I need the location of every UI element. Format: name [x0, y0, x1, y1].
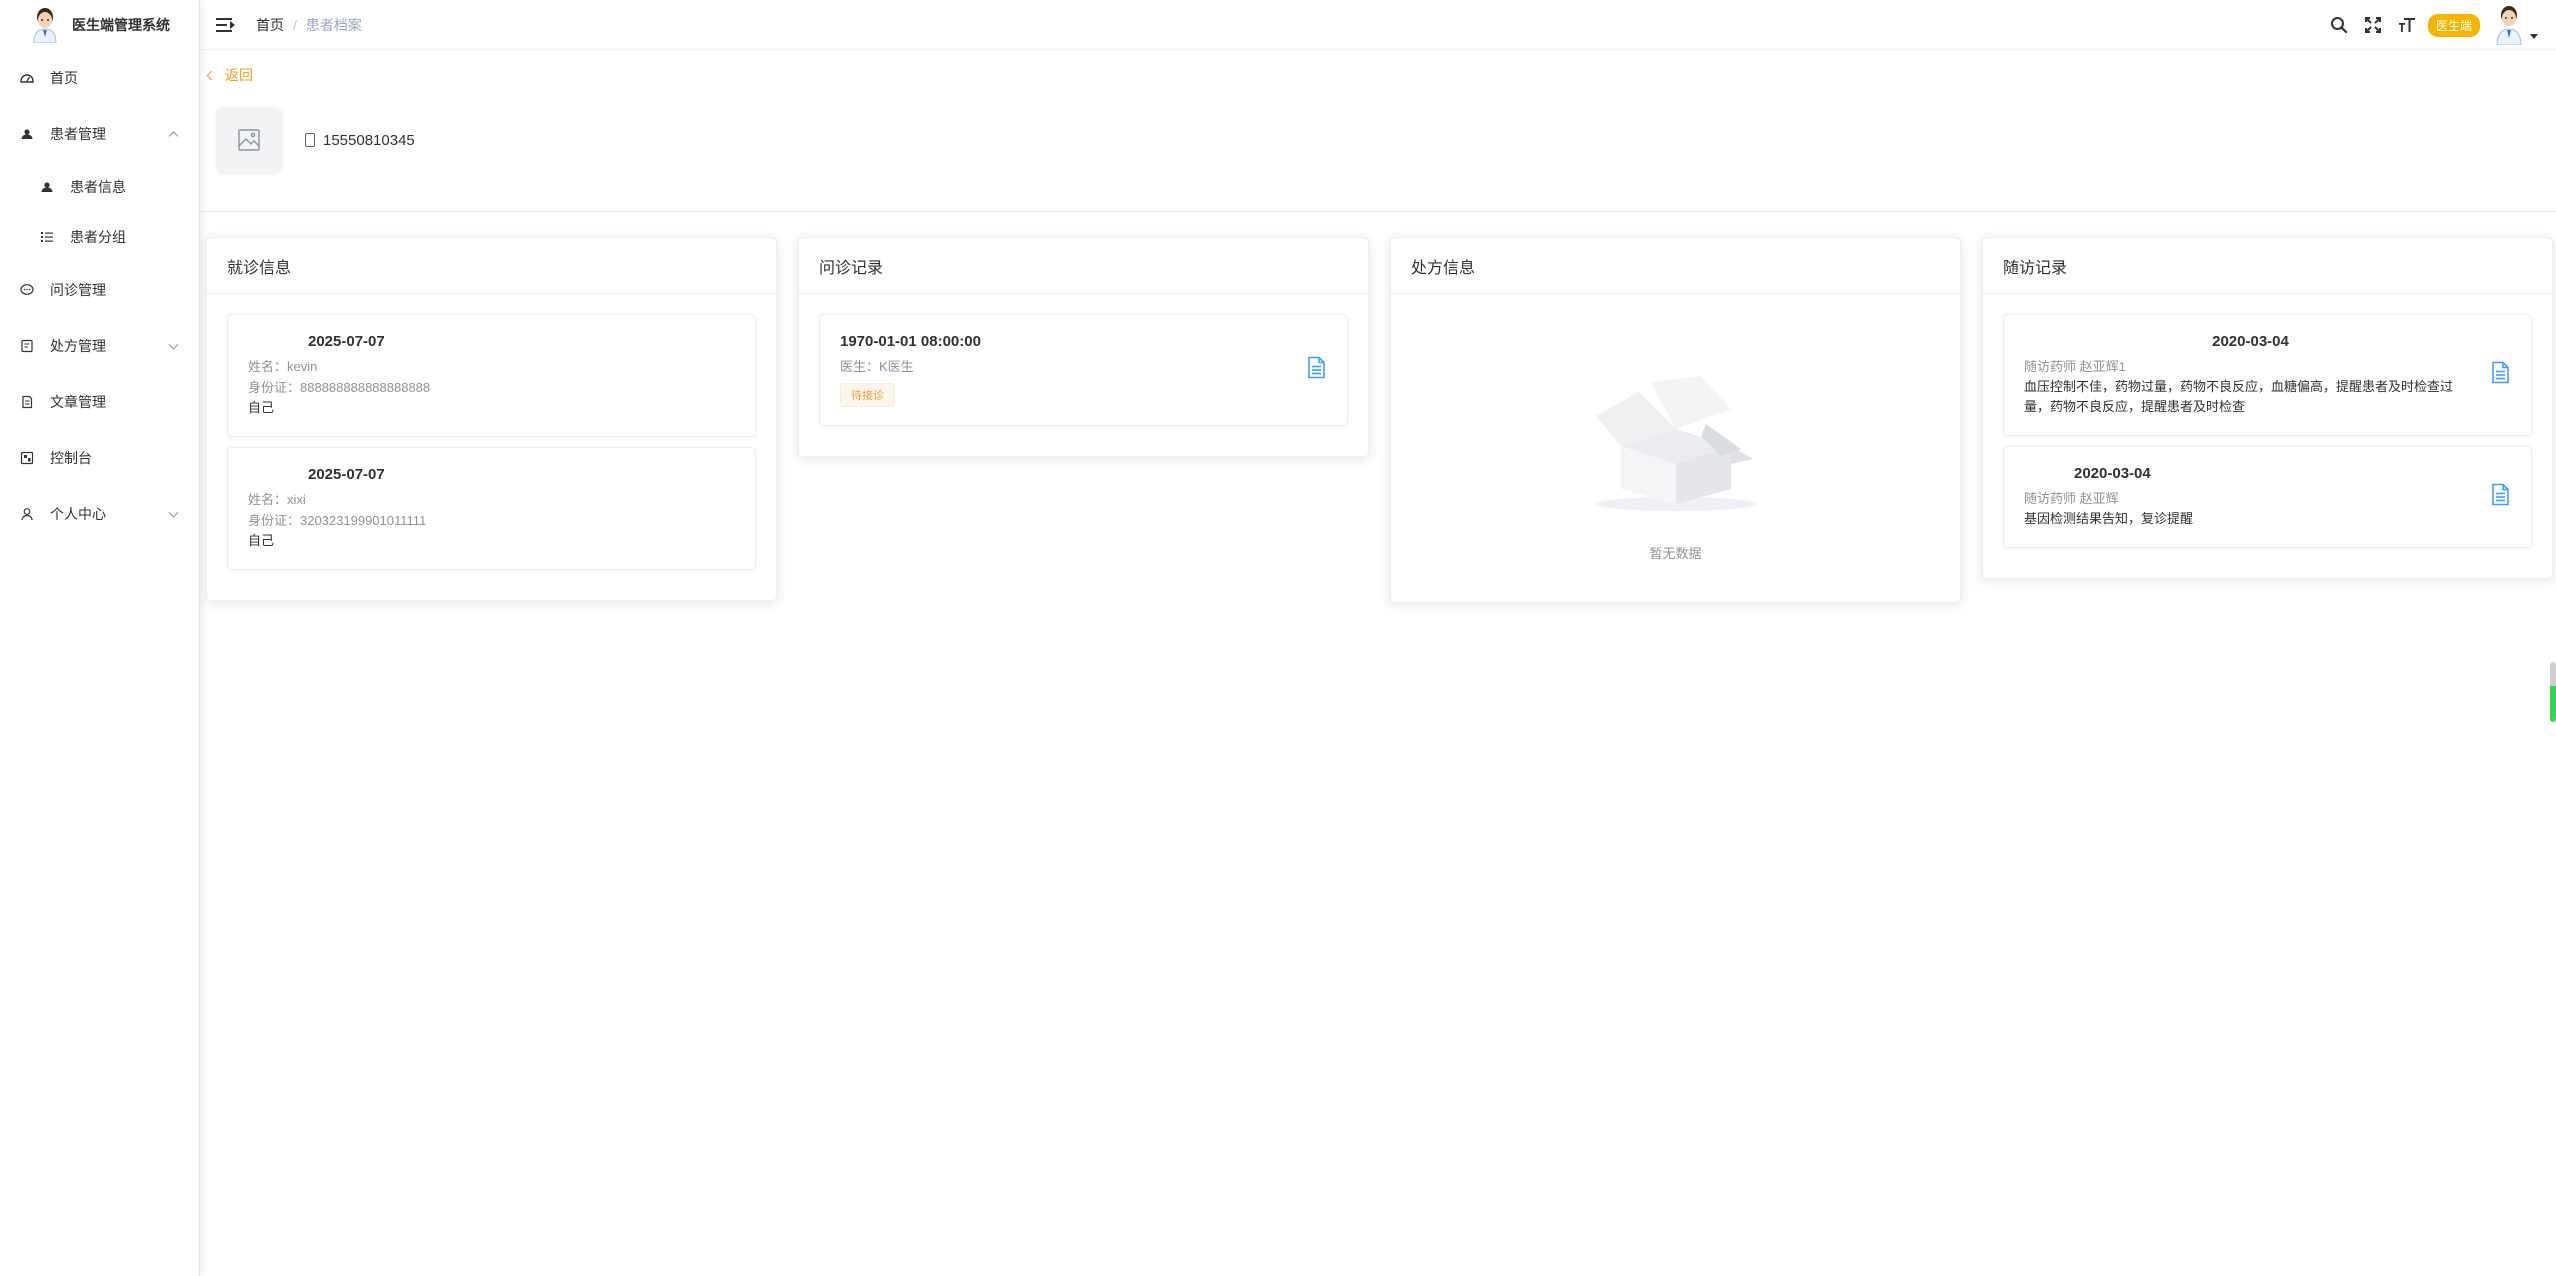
sidebar: 医生端管理系统 首页 患者管理 患者信息 患者分组 问诊管理 处方管理 文章管理…	[0, 0, 200, 1276]
status-badge: 待接诊	[840, 383, 895, 407]
search-icon[interactable]	[2328, 14, 2350, 36]
role-badge: 医生端	[2427, 13, 2480, 37]
followup-pharmacist: 随访药师 赵亚辉1	[2024, 359, 2126, 374]
user-icon	[20, 507, 34, 521]
prescription-card: 处方信息 暂无数据	[1390, 237, 1961, 603]
chevron-down-icon	[168, 339, 179, 350]
chevron-down-icon	[168, 507, 179, 518]
followup-pharmacist: 随访药师 赵亚辉	[2024, 491, 2119, 506]
consultation-item[interactable]: 1970-01-01 08:00:00 医生：K医生 待接诊	[819, 314, 1348, 426]
chevron-up-icon	[168, 131, 179, 142]
visit-relation: 自己	[248, 400, 275, 415]
visit-id-number: 身份证：320323199901011111	[248, 513, 427, 528]
sidebar-item-label: 患者分组	[70, 229, 126, 245]
sidebar-item-articles[interactable]: 文章管理	[0, 374, 199, 430]
sidebar-item-label: 首页	[50, 70, 78, 86]
caret-down-icon[interactable]	[2530, 33, 2538, 39]
consultation-doctor: 医生：K医生	[840, 359, 914, 374]
visit-name: 姓名：kevin	[248, 359, 318, 374]
followup-content: 血压控制不佳，药物过量，药物不良反应，血糖偏高，提醒患者及时检查过量，药物不良反…	[2024, 379, 2454, 414]
visit-name: 姓名：xixi	[248, 492, 306, 507]
patient-phone: 15550810345	[305, 132, 415, 149]
card-title: 随访记录	[1983, 238, 2552, 294]
user-avatar[interactable]	[2494, 5, 2524, 46]
followup-content: 基因检测结果告知，复诊提醒	[2024, 511, 2194, 526]
consultation-datetime: 1970-01-01 08:00:00	[840, 333, 981, 350]
sidebar-item-label: 文章管理	[50, 394, 106, 410]
chevron-left-icon	[206, 70, 217, 80]
phone-number: 15550810345	[323, 131, 415, 149]
visit-relation: 自己	[248, 533, 275, 548]
list-icon	[40, 230, 54, 244]
logo[interactable]: 医生端管理系统	[0, 0, 199, 50]
visit-id-number: 身份证：888888888888888888	[248, 380, 431, 395]
fullscreen-icon[interactable]	[2362, 14, 2384, 36]
breadcrumb-current: 患者档案	[305, 16, 362, 33]
image-placeholder-icon	[217, 108, 281, 172]
sidebar-item-label: 患者信息	[70, 179, 126, 195]
patient-icon	[20, 127, 34, 141]
document-icon[interactable]	[1307, 356, 1325, 384]
sidebar-item-patient-group[interactable]: 患者分组	[0, 212, 199, 262]
sidebar-toggle-icon[interactable]	[216, 17, 235, 33]
sidebar-item-label: 问诊管理	[50, 282, 106, 298]
back-label: 返回	[225, 67, 253, 83]
patient-profile: 15550810345	[217, 108, 415, 172]
console-icon	[20, 451, 34, 465]
followup-card: 随访记录 2020-03-04 随访药师 赵亚辉1 血压控制不佳，药物过量，药物…	[1982, 237, 2553, 579]
consultation-card: 问诊记录 1970-01-01 08:00:00 医生：K医生 待接诊	[798, 237, 1369, 457]
scroll-indicator[interactable]	[2550, 662, 2556, 722]
main-content: 返回 15550810345 就诊信息 2025-07-07 姓名：kevin …	[200, 51, 2556, 1276]
sidebar-item-label: 控制台	[50, 450, 92, 466]
sidebar-item-consultation[interactable]: 问诊管理	[0, 262, 199, 318]
patient-icon	[40, 180, 54, 194]
empty-box-icon	[1591, 354, 1761, 519]
sidebar-item-patient-info[interactable]: 患者信息	[0, 162, 199, 212]
visit-date: 2025-07-07	[308, 466, 385, 483]
card-title: 处方信息	[1391, 238, 1960, 294]
card-title: 就诊信息	[207, 238, 776, 294]
card-title: 问诊记录	[799, 238, 1368, 294]
followup-item[interactable]: 2020-03-04 随访药师 赵亚辉 基因检测结果告知，复诊提醒	[2003, 446, 2532, 548]
navbar: 首页 / 患者档案 医生端	[200, 0, 2556, 50]
visit-item[interactable]: 2025-07-07 姓名：kevin 身份证：8888888888888888…	[227, 314, 756, 437]
sidebar-item-label: 患者管理	[50, 126, 106, 142]
font-size-icon[interactable]	[2396, 14, 2418, 36]
article-icon	[20, 395, 34, 409]
visit-info-card: 就诊信息 2025-07-07 姓名：kevin 身份证：88888888888…	[206, 237, 777, 601]
visit-date: 2025-07-07	[308, 333, 385, 350]
doctor-avatar-icon	[30, 7, 60, 44]
document-icon[interactable]	[2491, 361, 2509, 389]
followup-date: 2020-03-04	[2212, 333, 2289, 350]
followup-item[interactable]: 2020-03-04 随访药师 赵亚辉1 血压控制不佳，药物过量，药物不良反应，…	[2003, 314, 2532, 436]
document-icon[interactable]	[2491, 483, 2509, 511]
back-button[interactable]: 返回	[206, 65, 253, 85]
sidebar-item-patient-management[interactable]: 患者管理	[0, 106, 199, 162]
sidebar-item-profile[interactable]: 个人中心	[0, 486, 199, 542]
breadcrumb-separator: /	[293, 16, 297, 33]
header-right-menu: 医生端	[2316, 0, 2538, 50]
dashboard-icon	[20, 71, 34, 85]
sidebar-item-prescription[interactable]: 处方管理	[0, 318, 199, 374]
sidebar-item-console[interactable]: 控制台	[0, 430, 199, 486]
divider	[200, 211, 2556, 212]
prescription-icon	[20, 339, 34, 353]
empty-text: 暂无数据	[1649, 546, 1702, 561]
breadcrumb: 首页 / 患者档案	[256, 15, 362, 35]
visit-item[interactable]: 2025-07-07 姓名：xixi 身份证：32032319990101111…	[227, 447, 756, 570]
sidebar-item-home[interactable]: 首页	[0, 50, 199, 106]
app-title: 医生端管理系统	[72, 17, 170, 33]
sidebar-item-label: 处方管理	[50, 338, 106, 354]
chat-icon	[20, 283, 34, 297]
breadcrumb-home[interactable]: 首页	[256, 15, 284, 35]
followup-date: 2020-03-04	[2074, 465, 2151, 482]
empty-state: 暂无数据	[1391, 294, 1960, 602]
sidebar-item-label: 个人中心	[50, 506, 106, 522]
mobile-phone-icon	[305, 133, 315, 147]
